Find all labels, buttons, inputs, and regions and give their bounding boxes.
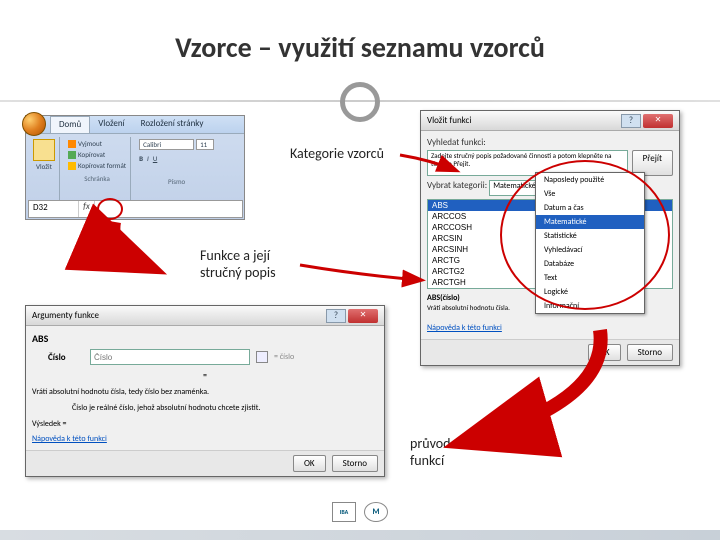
name-box[interactable]: D32 — [29, 201, 79, 217]
scissors-icon — [68, 140, 76, 148]
format-painter-button[interactable]: Kopírovat formát — [68, 161, 126, 170]
decorative-circle-icon — [340, 82, 380, 122]
cat-option[interactable]: Text — [536, 271, 644, 285]
label-category: Kategorie vzorců — [290, 145, 384, 162]
category-dropdown[interactable]: Naposledy použité Vše Datum a čas Matema… — [535, 172, 645, 314]
label-wizard: průvodce funkcí — [410, 435, 463, 469]
cat-option[interactable]: Matematické — [536, 215, 644, 229]
cat-option[interactable]: Statistické — [536, 229, 644, 243]
mu-logo-icon: M — [364, 502, 388, 522]
copy-button[interactable]: Kopírovat — [68, 150, 126, 159]
help-link[interactable]: Nápověda k této funkci — [427, 323, 502, 333]
range-picker-icon[interactable] — [256, 351, 268, 363]
help-link[interactable]: Nápověda k této funkci — [32, 434, 107, 444]
group-clipboard-actions: Vyjmout Kopírovat Kopírovat formát Schrá… — [64, 137, 131, 201]
ok-button[interactable]: OK — [588, 344, 621, 361]
cut-button[interactable]: Vyjmout — [68, 139, 126, 148]
label-funcdesc: Funkce a její stručný popis — [200, 247, 276, 281]
cancel-button[interactable]: Storno — [332, 455, 378, 472]
cat-option[interactable]: Logické — [536, 285, 644, 299]
help-icon[interactable]: ? — [621, 114, 641, 128]
underline-button[interactable]: U — [153, 154, 158, 163]
iba-logo-icon: IBA — [332, 502, 356, 522]
cat-option[interactable]: Informační — [536, 299, 644, 313]
cat-option[interactable]: Databáze — [536, 257, 644, 271]
bold-button[interactable]: B — [139, 154, 143, 163]
close-icon[interactable]: ✕ — [348, 309, 378, 323]
footer-bar — [0, 530, 720, 540]
fx-highlight-icon — [97, 198, 123, 220]
paste-icon[interactable] — [33, 139, 55, 161]
help-icon[interactable]: ? — [326, 309, 346, 323]
tab-home[interactable]: Domů — [50, 116, 90, 133]
function-arguments-dialog: Argumenty funkce ? ✕ ABS Číslo = číslo =… — [25, 305, 385, 477]
copy-icon — [68, 151, 76, 159]
italic-button[interactable]: I — [147, 154, 149, 163]
formula-bar: D32 fx — [28, 200, 243, 218]
group-clipboard: Vložit — [29, 137, 60, 201]
tab-page-layout[interactable]: Rozložení stránky — [133, 116, 212, 133]
footer-logos: IBA M — [332, 502, 388, 522]
arg-input[interactable] — [90, 349, 250, 365]
cancel-button[interactable]: Storno — [627, 344, 673, 361]
group-font: Calibri 11 B I U Písmo — [135, 137, 218, 201]
cat-option[interactable]: Naposledy použité — [536, 173, 644, 187]
close-icon[interactable]: ✕ — [643, 114, 673, 128]
cat-option[interactable]: Vše — [536, 187, 644, 201]
dialog-title: Vložit funkci — [427, 115, 471, 126]
fx-button[interactable]: fx — [79, 201, 95, 217]
office-orb-icon[interactable] — [22, 112, 46, 136]
cat-option[interactable]: Datum a čas — [536, 201, 644, 215]
brush-icon — [68, 162, 76, 170]
tab-insert[interactable]: Vložení — [90, 116, 132, 133]
font-size-select[interactable]: 11 — [196, 139, 214, 150]
font-name-select[interactable]: Calibri — [139, 139, 194, 150]
page-title: Vzorce – využití seznamu vzorců — [0, 30, 720, 65]
dialog-title: Argumenty funkce — [32, 310, 99, 321]
ok-button[interactable]: OK — [293, 455, 326, 472]
cat-option[interactable]: Vyhledávací — [536, 243, 644, 257]
